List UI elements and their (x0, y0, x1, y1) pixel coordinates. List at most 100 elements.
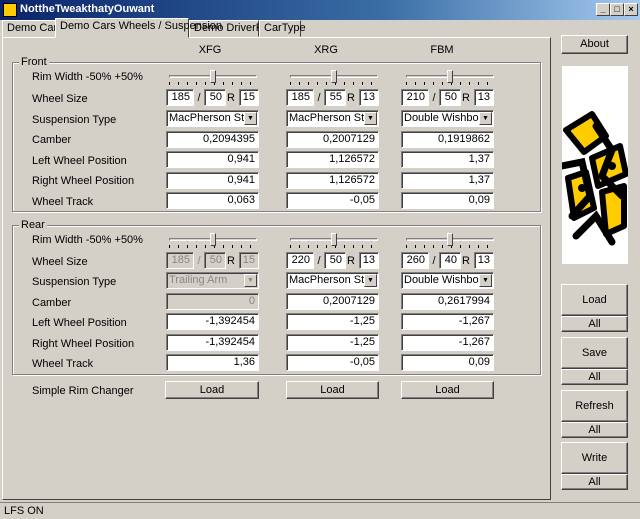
front-xrg-camber-field[interactable]: 0,2007129 (286, 131, 379, 148)
column-header-fbm: FBM (430, 44, 454, 56)
slider-thumb[interactable] (331, 70, 337, 83)
rear-xfg-right-position-field[interactable]: -1,392454 (166, 334, 259, 351)
slider-thumb[interactable] (210, 70, 216, 83)
front-fbm-track-field[interactable]: 0,09 (401, 192, 494, 209)
slider-thumb[interactable] (447, 70, 453, 83)
tab-demo-cars[interactable]: Demo Cars (2, 20, 63, 37)
rear-xrg-profile-field[interactable]: 50 (324, 252, 346, 269)
tab-demo-cars-wheels-suspension[interactable]: Demo Cars Wheels / Suspension (55, 18, 222, 38)
front-fbm-right-position-field[interactable]: 1,37 (401, 172, 494, 189)
rear-fbm-profile-field[interactable]: 40 (439, 252, 461, 269)
load-button[interactable]: Load (561, 284, 628, 316)
rear-right-position-label: Right Wheel Position (32, 338, 135, 350)
front-xfg-track-field[interactable]: 0,063 (166, 192, 259, 209)
front-xrg-suspension-select[interactable]: MacPherson Strut ▼ (286, 110, 379, 127)
front-xrg-profile-field[interactable]: 55 (324, 89, 346, 106)
rear-xfg-left-position-field[interactable]: -1,392454 (166, 313, 259, 330)
rim-prefix: R (347, 255, 355, 267)
status-bar: LFS ON (0, 502, 640, 519)
write-all-button[interactable]: All (561, 474, 628, 490)
rear-xrg-suspension-select[interactable]: MacPherson Strut ▼ (286, 272, 379, 289)
chevron-down-icon[interactable]: ▼ (364, 274, 377, 287)
front-xrg-right-position-field[interactable]: 1,126572 (286, 172, 379, 189)
slider-thumb[interactable] (447, 233, 453, 246)
chevron-down-icon[interactable]: ▼ (244, 112, 257, 125)
rear-fbm-track-field[interactable]: 0,09 (401, 354, 494, 371)
front-xrg-rim-field[interactable]: 13 (359, 89, 379, 106)
front-xfg-profile-field[interactable]: 50 (204, 89, 226, 106)
front-xrg-left-position-field[interactable]: 1,126572 (286, 151, 379, 168)
rear-group-label: Rear (19, 219, 47, 231)
rim-prefix: R (462, 255, 470, 267)
front-xfg-suspension-select[interactable]: MacPherson Strut ▼ (166, 110, 259, 127)
rear-xrg-camber-field[interactable]: 0,2007129 (286, 293, 379, 310)
lfs-logo (562, 66, 628, 264)
title-bar[interactable]: NottheTweakthatyOuwant _ □ × (0, 0, 640, 20)
slider-thumb[interactable] (331, 233, 337, 246)
rim-prefix: R (227, 255, 235, 267)
front-xrg-width-field[interactable]: 185 (286, 89, 314, 106)
rear-xfg-track-field[interactable]: 1,36 (166, 354, 259, 371)
rear-suspension-label: Suspension Type (32, 276, 117, 288)
rear-xrg-rim-slider[interactable] (290, 233, 378, 248)
rear-fbm-left-position-field[interactable]: -1,267 (401, 313, 494, 330)
rear-fbm-camber-field[interactable]: 0,2617994 (401, 293, 494, 310)
front-fbm-camber-field[interactable]: 0,1919862 (401, 131, 494, 148)
front-xfg-width-field[interactable]: 185 (166, 89, 194, 106)
front-fbm-rim-field[interactable]: 13 (474, 89, 494, 106)
status-text: LFS ON (4, 505, 44, 517)
about-button[interactable]: About (561, 35, 628, 54)
front-xrg-track-field[interactable]: -0,05 (286, 192, 379, 209)
column-header-xfg: XFG (198, 44, 222, 56)
rim-changer-load-xfg-button[interactable]: Load (165, 381, 259, 399)
chevron-down-icon[interactable]: ▼ (479, 274, 492, 287)
maximize-button[interactable]: □ (610, 3, 624, 16)
refresh-button[interactable]: Refresh (561, 390, 628, 422)
size-separator: / (317, 255, 321, 267)
tab-cartype[interactable]: CarType (259, 20, 306, 37)
rear-xrg-width-field[interactable]: 220 (286, 252, 314, 269)
front-fbm-width-field[interactable]: 210 (401, 89, 429, 106)
front-fbm-suspension-select[interactable]: Double Wishbone ▼ (401, 110, 494, 127)
front-fbm-left-position-field[interactable]: 1,37 (401, 151, 494, 168)
rear-xrg-right-position-field[interactable]: -1,25 (286, 334, 379, 351)
rear-fbm-right-position-field[interactable]: -1,267 (401, 334, 494, 351)
front-xfg-rim-slider[interactable] (169, 70, 257, 85)
rear-fbm-suspension-select[interactable]: Double Wishbone ▼ (401, 272, 494, 289)
front-fbm-rim-slider[interactable] (406, 70, 494, 85)
rim-changer-load-fbm-button[interactable]: Load (401, 381, 494, 399)
rear-fbm-rim-field[interactable]: 13 (474, 252, 494, 269)
write-button[interactable]: Write (561, 442, 628, 474)
size-separator: / (317, 92, 321, 104)
chevron-down-icon[interactable]: ▼ (479, 112, 492, 125)
front-xfg-camber-field[interactable]: 0,2094395 (166, 131, 259, 148)
front-xrg-rim-slider[interactable] (290, 70, 378, 85)
app-window: NottheTweakthatyOuwant _ □ × Demo Cars D… (0, 0, 640, 519)
load-all-button[interactable]: All (561, 316, 628, 332)
slider-thumb[interactable] (210, 233, 216, 246)
save-all-button[interactable]: All (561, 369, 628, 385)
rear-xrg-track-field[interactable]: -0,05 (286, 354, 379, 371)
save-button[interactable]: Save (561, 337, 628, 369)
rear-fbm-rim-slider[interactable] (406, 233, 494, 248)
size-separator: / (432, 255, 436, 267)
minimize-button[interactable]: _ (596, 3, 610, 16)
rear-xrg-rim-field[interactable]: 13 (359, 252, 379, 269)
front-fbm-profile-field[interactable]: 50 (439, 89, 461, 106)
front-xfg-left-position-field[interactable]: 0,941 (166, 151, 259, 168)
rear-rim-width-label: Rim Width -50% +50% (32, 234, 143, 246)
lfs-logo-graphic (562, 111, 628, 246)
chevron-down-icon[interactable]: ▼ (364, 112, 377, 125)
rear-xfg-rim-slider[interactable] (169, 233, 257, 248)
front-camber-label: Camber (32, 134, 72, 146)
front-xfg-right-position-field[interactable]: 0,941 (166, 172, 259, 189)
front-wheel-track-label: Wheel Track (32, 196, 94, 208)
rear-fbm-width-field[interactable]: 260 (401, 252, 429, 269)
rim-changer-load-xrg-button[interactable]: Load (286, 381, 379, 399)
front-xfg-rim-field[interactable]: 15 (239, 89, 259, 106)
chevron-down-icon: ▼ (244, 274, 257, 287)
refresh-all-button[interactable]: All (561, 422, 628, 438)
close-button[interactable]: × (624, 3, 638, 16)
rear-xrg-left-position-field[interactable]: -1,25 (286, 313, 379, 330)
size-separator: / (197, 255, 201, 267)
